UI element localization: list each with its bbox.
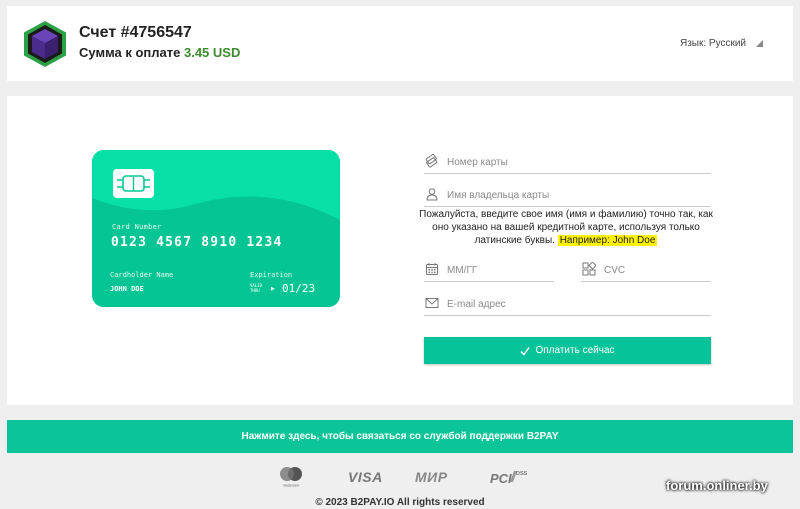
- cvc-grid-icon: [582, 262, 596, 276]
- dropdown-arrow-icon: [756, 40, 763, 47]
- cvc-input[interactable]: [604, 260, 704, 280]
- support-text: Нажмите здесь, чтобы связаться со службо…: [241, 431, 559, 442]
- card-number-label: Card Number: [112, 223, 162, 231]
- mir-logo: МИР: [415, 469, 448, 485]
- envelope-icon: [425, 298, 439, 308]
- expiration-label: Expiration: [250, 271, 293, 279]
- card-number-input[interactable]: [447, 152, 707, 172]
- language-select[interactable]: Язык: Русский: [680, 38, 763, 49]
- card-number-display: 0123 4567 8910 1234: [111, 235, 283, 250]
- card-tag-icon: [425, 154, 438, 168]
- expiration-display: 01/23: [282, 282, 316, 295]
- contact-support-link[interactable]: Нажмите здесь, чтобы связаться со службо…: [7, 420, 793, 453]
- mastercard-logo: mastercard: [280, 467, 302, 488]
- cardholder-label: Cardholder Name: [110, 271, 174, 279]
- payment-panel: Card Number 0123 4567 8910 1234 Cardhold…: [7, 96, 793, 405]
- pci-dss-logo: PCI DSS: [490, 471, 528, 486]
- pci-dss-text: DSS: [516, 471, 528, 477]
- language-label: Язык: Русский: [679, 38, 746, 49]
- expiry-field: [424, 260, 554, 282]
- cardholder-input[interactable]: [447, 185, 707, 205]
- card-chip-icon: [113, 169, 154, 198]
- payment-logos: mastercard VISA МИР PCI DSS: [270, 464, 540, 490]
- calendar-icon: [426, 263, 438, 275]
- merchant-logo-icon: [24, 21, 66, 67]
- mastercard-caption: mastercard: [283, 484, 299, 488]
- cvc-field: [581, 260, 711, 282]
- visa-logo: VISA: [348, 469, 383, 485]
- pay-now-label: Оплатить сейчас: [535, 345, 615, 356]
- email-input[interactable]: [447, 294, 707, 314]
- cardholder-name-display: JOHN DOE: [110, 285, 144, 293]
- copyright: © 2023 B2PAY.IO All rights reserved: [315, 497, 485, 508]
- hint-example: Например: John Doe: [557, 235, 658, 246]
- user-icon: [426, 188, 438, 201]
- card-preview: Card Number 0123 4567 8910 1234 Cardhold…: [92, 150, 340, 307]
- amount-due: Сумма к оплате 3.45 USD: [79, 45, 240, 60]
- checkmark-icon: [520, 346, 531, 356]
- pci-text: PCI: [490, 471, 512, 486]
- invoice-header: Счет #4756547 Сумма к оплате 3.45 USD Яз…: [7, 6, 793, 81]
- invoice-title: Счет #4756547: [79, 24, 192, 41]
- amount-value: 3.45 USD: [183, 45, 241, 60]
- valid-thru-label: VALID THRU: [250, 283, 263, 293]
- valid-thru-arrow-icon: ▶: [271, 286, 275, 292]
- amount-label: Сумма к оплате: [79, 45, 181, 60]
- watermark: forum.onliner.by: [666, 478, 768, 493]
- pay-now-button[interactable]: Оплатить сейчас: [424, 337, 711, 364]
- expiry-input[interactable]: [447, 260, 547, 280]
- card-number-field: [424, 152, 711, 174]
- cardholder-hint: Пожалуйста, введите свое имя (имя и фами…: [418, 208, 714, 247]
- cardholder-field: [424, 185, 711, 207]
- email-field: [424, 294, 711, 316]
